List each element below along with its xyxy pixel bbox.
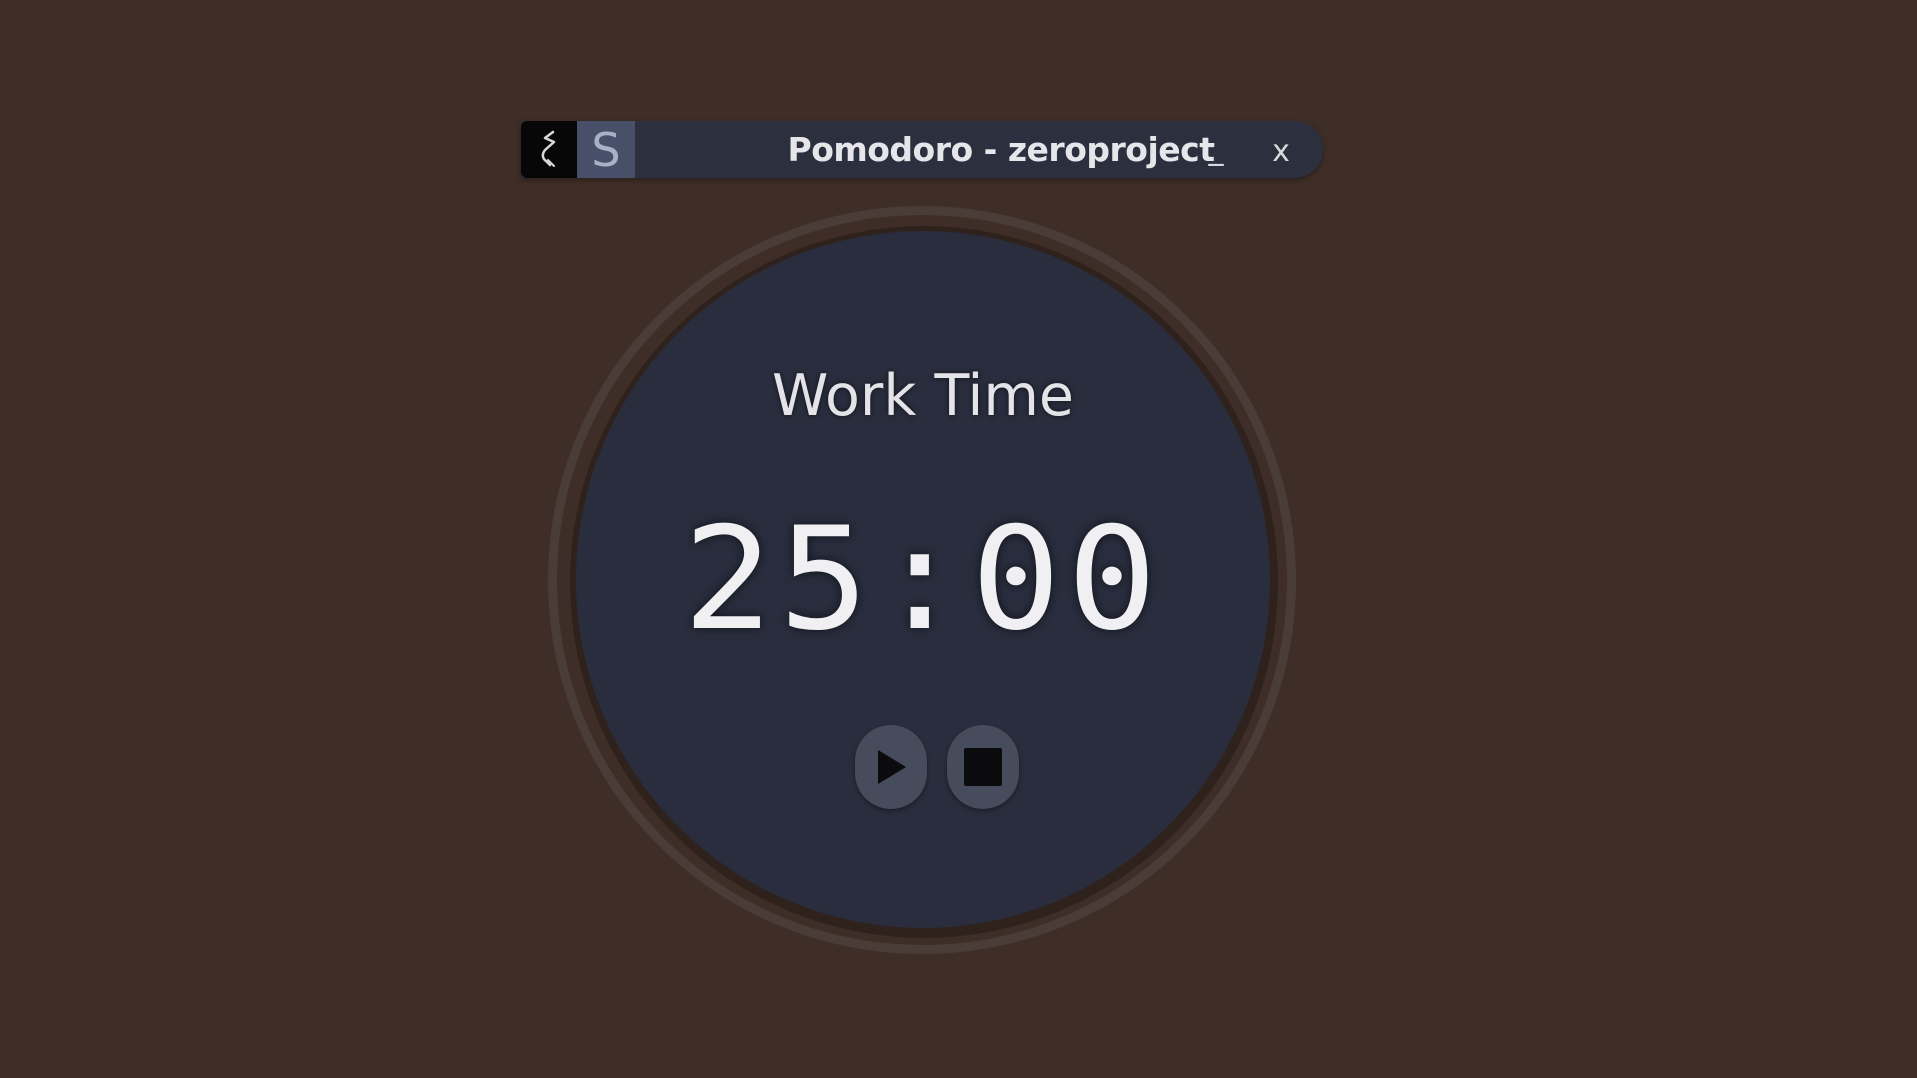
timer-controls [576,725,1270,809]
timer-display: 25:00 [682,497,1164,662]
play-button[interactable] [855,725,927,809]
timer-mode-label: Work Time [772,363,1074,429]
stop-button[interactable] [947,725,1019,809]
close-button[interactable]: x [1256,121,1306,178]
squiggle-icon [541,130,556,167]
timer-face: Work Time 25:00 [576,231,1270,928]
app-logo-icon [521,121,577,178]
window-titlebar[interactable]: S Pomodoro - zeroproject _ x [521,121,1323,178]
app-s-icon: S [577,121,635,178]
stop-icon [964,748,1002,786]
minimize-button[interactable]: _ [1191,121,1241,178]
play-icon [878,750,906,784]
desktop-background: S Pomodoro - zeroproject _ x Work Time 2… [0,0,1917,1078]
